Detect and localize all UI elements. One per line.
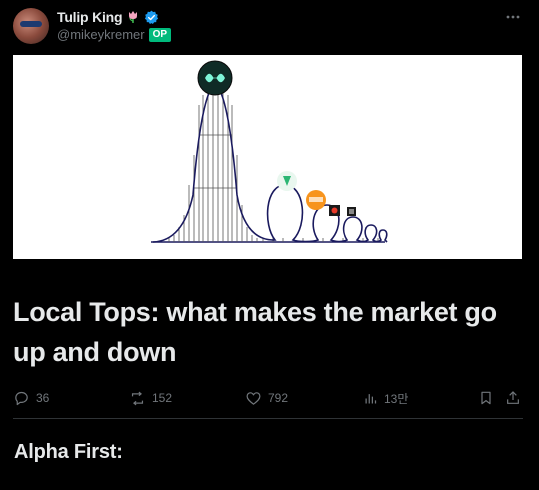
share-icon: [507, 391, 519, 404]
token-logo-2: [306, 190, 326, 210]
op-badge: OP: [148, 27, 172, 42]
section-heading: Alpha First:: [14, 441, 123, 463]
views-icon: [365, 393, 377, 403]
views-count: 13만: [384, 391, 409, 406]
post-header: Tulip King @mikeykremer OP: [13, 6, 527, 46]
verified-icon: [145, 10, 159, 24]
action-bar: 36 152 792 13만: [13, 388, 523, 408]
roller-coaster-illustration: [151, 60, 388, 243]
bookmark-icon: [481, 391, 491, 405]
more-icon[interactable]: [505, 14, 521, 20]
like-count: 792: [268, 391, 289, 405]
handle-row: @mikeykremer OP: [57, 27, 172, 42]
avatar[interactable]: [13, 8, 49, 44]
hyperliquid-logo: [197, 60, 233, 96]
divider: [13, 418, 523, 419]
reply-icon: [15, 391, 28, 405]
name-row: Tulip King: [57, 8, 159, 26]
post: Tulip King @mikeykremer OP Local Tops: w…: [0, 0, 539, 490]
display-name[interactable]: Tulip King: [57, 9, 123, 25]
token-logo-3: [329, 205, 340, 216]
repost-count: 152: [152, 391, 173, 405]
token-logo-4: [347, 207, 356, 216]
like-button[interactable]: 792: [245, 388, 288, 408]
like-icon: [246, 391, 261, 405]
reply-count: 36: [36, 391, 50, 405]
share-button[interactable]: [505, 388, 521, 408]
handle[interactable]: @mikeykremer: [57, 27, 145, 42]
views-button[interactable]: 13만: [363, 388, 408, 408]
repost-icon: [131, 391, 144, 405]
bookmark-button[interactable]: [478, 388, 494, 408]
article-headline[interactable]: Local Tops: what makes the market go up …: [13, 292, 523, 372]
post-image[interactable]: [13, 55, 522, 259]
repost-button[interactable]: 152: [129, 388, 172, 408]
tulip-icon: [129, 11, 138, 23]
token-logo-1: [277, 171, 297, 191]
reply-button[interactable]: 36: [13, 388, 49, 408]
